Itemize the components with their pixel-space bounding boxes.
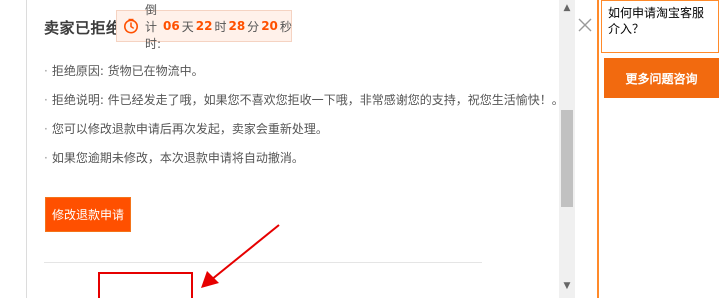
refund-status-panel: 卖家已拒绝 倒计时: 06 天 22 时 28 分 20 秒 · 拒绝原因: 货物… [0,0,575,298]
reason-item: · 拒绝原因: 货物已在物流中。 [44,64,564,78]
reason-item: · 如果您逾期未修改，本次退款申请将自动撤消。 [44,151,564,165]
countdown-hours: 22 [195,19,213,33]
bullet: · [44,93,48,107]
reason-text: 拒绝说明: 件已经发走了哦，如果您不喜欢您拒收一下哦，非常感谢您的支持，祝您生活… [51,93,564,107]
reason-text: 如果您逾期未修改，本次退款申请将自动撤消。 [51,151,304,165]
clock-icon [123,18,139,34]
status-row: 卖家已拒绝 [44,10,122,44]
countdown-days: 06 [163,19,180,33]
annotation-arrow-icon [201,224,280,288]
reason-text: 拒绝原因: 货物已在物流中。 [51,64,204,78]
vertical-scrollbar[interactable]: ▲ ▼ [559,0,575,298]
close-icon[interactable] [574,14,596,36]
countdown-hours-unit: 时 [214,19,227,34]
countdown-minutes: 28 [228,19,246,33]
modify-refund-button[interactable]: 修改退款申请 [45,197,131,232]
bullet: · [44,64,48,78]
countdown-seconds-unit: 秒 [279,19,292,34]
reason-item: · 您可以修改退款申请后再次发起，卖家会重新处理。 [44,122,564,136]
help-sidebar: 如何申请淘宝客服介入？ 更多问题咨询 [597,0,720,298]
scroll-thumb[interactable] [561,110,573,207]
status-title: 卖家已拒绝 [44,18,122,37]
reason-list: · 拒绝原因: 货物已在物流中。 · 拒绝说明: 件已经发走了哦，如果您不喜欢您拒收… [44,64,564,180]
left-border [26,0,27,298]
scroll-down-icon[interactable]: ▼ [559,278,575,294]
countdown-minutes-unit: 分 [247,19,260,34]
bullet: · [44,151,48,165]
countdown-days-unit: 天 [181,19,194,34]
more-questions-button[interactable]: 更多问题咨询 [604,58,719,98]
annotation-highlight-box [98,272,193,298]
bullet: · [44,122,48,136]
scroll-up-icon[interactable]: ▲ [559,0,575,16]
countdown-label: 倒计时: [145,2,162,51]
countdown-seconds: 20 [261,19,278,33]
help-question-link[interactable]: 如何申请淘宝客服介入？ [601,0,719,53]
countdown-box: 倒计时: 06 天 22 时 28 分 20 秒 [116,3,292,51]
reason-text: 您可以修改退款申请后再次发起，卖家会重新处理。 [51,122,328,136]
reason-item: · 拒绝说明: 件已经发走了哦，如果您不喜欢您拒收一下哦，非常感谢您的支持，祝您生… [44,93,564,107]
